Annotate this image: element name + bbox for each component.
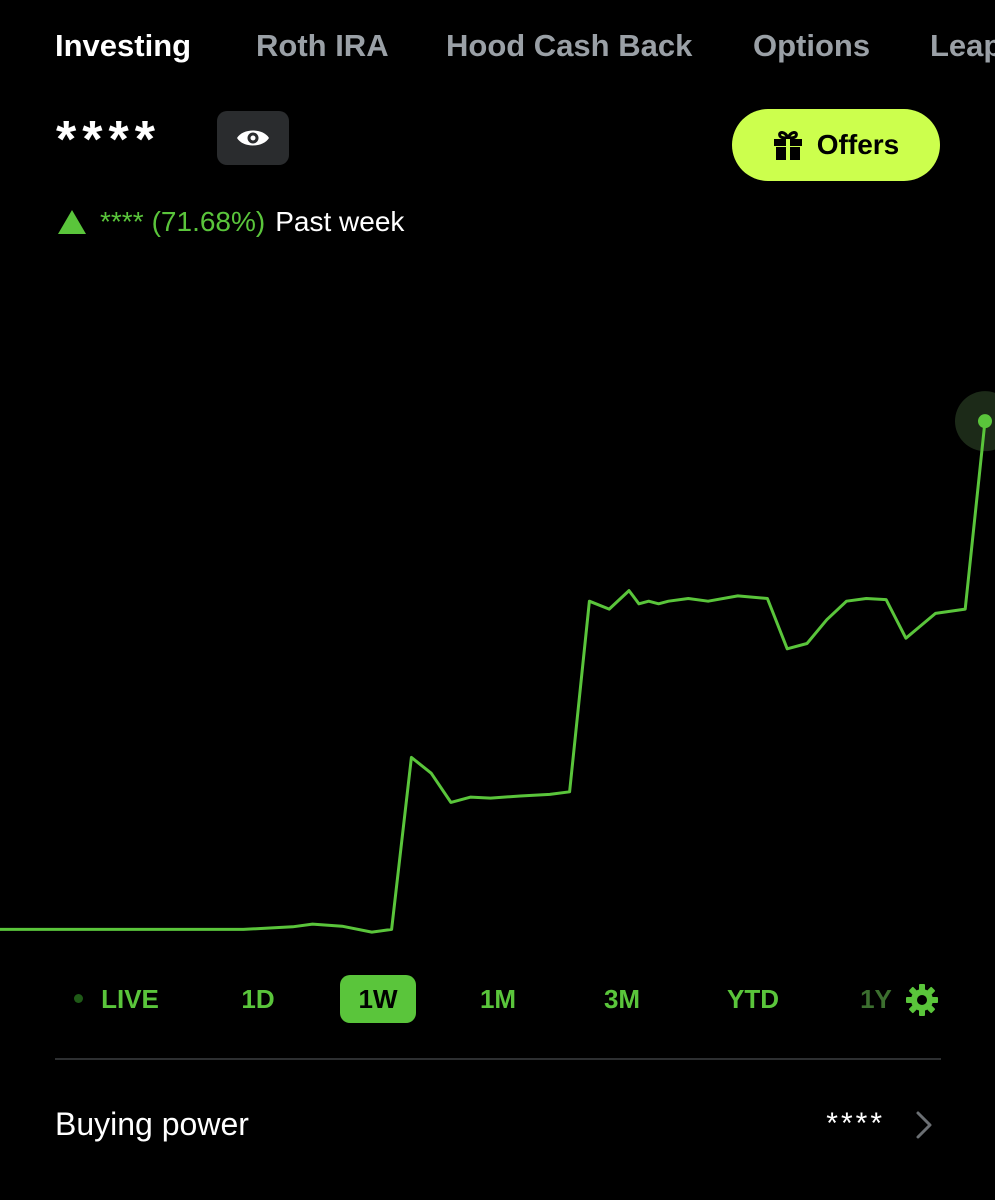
portfolio-chart[interactable]	[0, 360, 995, 960]
portfolio-change: **** (71.68%) Past week	[58, 204, 404, 240]
gear-icon[interactable]	[905, 983, 939, 1017]
offers-button[interactable]: Offers	[732, 109, 940, 181]
tab-roth-ira[interactable]: Roth IRA	[256, 26, 389, 66]
buying-power-row[interactable]: Buying power ****	[0, 1090, 995, 1162]
section-divider	[55, 1058, 941, 1060]
buying-power-label: Buying power	[55, 1106, 249, 1142]
range-ytd[interactable]: YTD	[718, 975, 788, 1023]
portfolio-balance: ****	[56, 111, 161, 169]
chevron-right-icon	[916, 1111, 932, 1139]
tab-investing[interactable]: Investing	[55, 26, 191, 66]
range-1d[interactable]: 1D	[232, 975, 284, 1023]
change-percent: (71.68%)	[151, 206, 266, 237]
gift-icon	[773, 131, 802, 160]
buying-power-value: ****	[826, 1107, 885, 1140]
time-range-selector: LIVE 1D 1W 1M 3M YTD 1Y	[0, 975, 995, 1025]
range-1m[interactable]: 1M	[470, 975, 526, 1023]
triangle-up-icon	[58, 210, 86, 234]
change-value: ****	[100, 206, 144, 237]
tab-options[interactable]: Options	[753, 26, 870, 66]
range-1w[interactable]: 1W	[340, 975, 416, 1023]
change-period: Past week	[275, 206, 405, 237]
toggle-visibility-button[interactable]	[217, 111, 289, 165]
range-3m[interactable]: 3M	[594, 975, 650, 1023]
tab-hood-cash-back[interactable]: Hood Cash Back	[446, 26, 692, 66]
chart-series-line	[0, 421, 987, 934]
range-live[interactable]: LIVE	[92, 975, 168, 1023]
account-tabs: Investing Roth IRA Hood Cash Back Option…	[0, 0, 995, 92]
eye-icon	[237, 130, 269, 146]
range-1y[interactable]: 1Y	[852, 975, 900, 1023]
tab-leap[interactable]: Leap	[930, 26, 995, 66]
offers-label: Offers	[816, 129, 900, 160]
chart-current-point	[978, 414, 992, 429]
